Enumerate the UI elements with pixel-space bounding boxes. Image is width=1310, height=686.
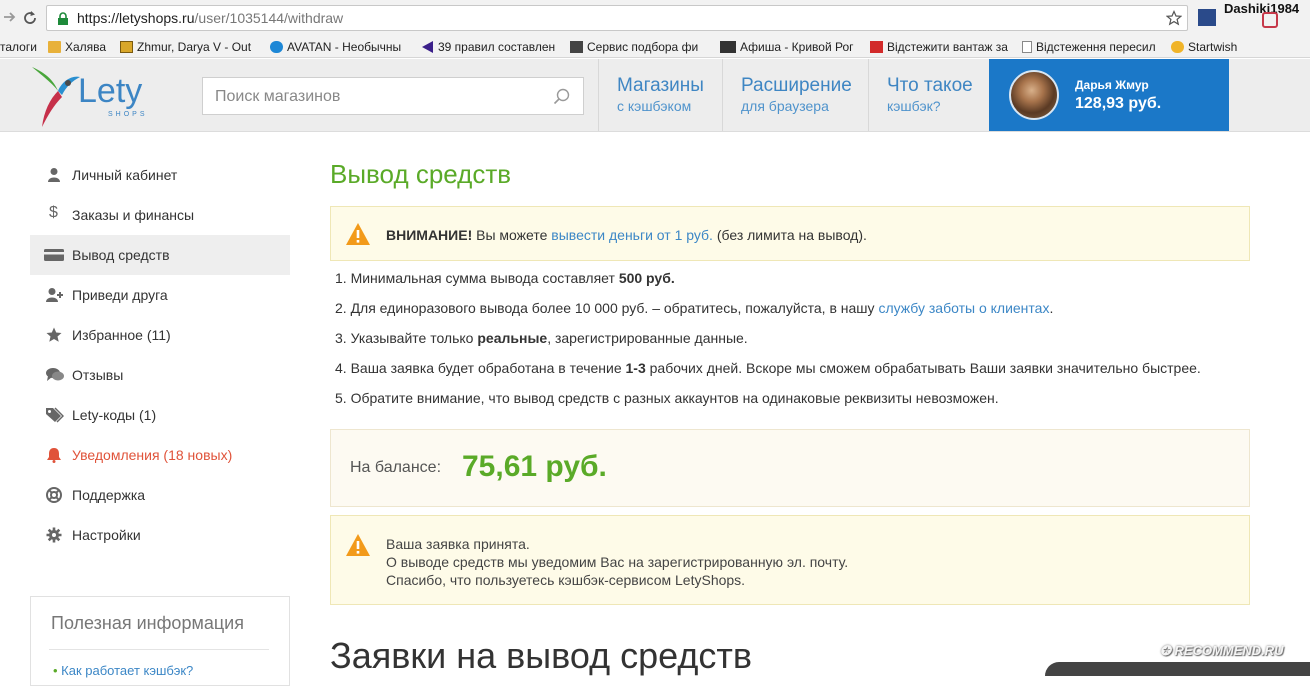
bookmark-item[interactable]: Відстеження пересил bbox=[1022, 39, 1156, 55]
warning-icon bbox=[346, 223, 370, 245]
request-accepted-notice: Ваша заявка принята. О выводе средств мы… bbox=[330, 515, 1250, 605]
watermark-bg bbox=[1045, 662, 1310, 676]
bookmark-item[interactable]: Zhmur, Darya V - Out bbox=[120, 39, 251, 55]
nav-extension[interactable]: Расширение для браузера bbox=[722, 59, 868, 131]
bookmark-item[interactable]: AVATAN - Необычны bbox=[270, 39, 401, 55]
bookmarks-bar: талоги Халява Zhmur, Darya V - Out AVATA… bbox=[0, 36, 1310, 58]
tags-icon bbox=[46, 407, 64, 423]
sidebar-item-withdraw[interactable]: Вывод средств bbox=[30, 235, 290, 275]
sidebar-item-support[interactable]: Поддержка bbox=[30, 475, 290, 515]
site-favicon-icon bbox=[1171, 41, 1184, 53]
withdraw-from-1-link[interactable]: вывести деньги от 1 руб. bbox=[551, 227, 713, 243]
balance-value: 75,61 руб. bbox=[462, 450, 607, 483]
rule-4: 4. Ваша заявка будет обработана в течени… bbox=[335, 360, 1201, 376]
dollar-icon: $ bbox=[49, 204, 58, 221]
bookmark-item[interactable]: Startwish bbox=[1171, 39, 1237, 55]
page-icon bbox=[1022, 41, 1032, 53]
address-bar[interactable]: https://letyshops.ru/user/1035144/withdr… bbox=[46, 5, 1188, 31]
attention-alert: ВНИМАНИЕ! Вы можете вывести деньги от 1 … bbox=[330, 206, 1250, 261]
sidebar-item-reviews[interactable]: Отзывы bbox=[30, 355, 290, 395]
avatar[interactable] bbox=[1009, 70, 1059, 120]
folder-icon bbox=[48, 41, 61, 53]
comments-icon bbox=[46, 368, 64, 381]
divider bbox=[49, 649, 269, 650]
sidebar-item-favorites[interactable]: Избранное (11) bbox=[30, 315, 290, 355]
add-user-icon bbox=[46, 288, 63, 302]
balance-label: На балансе: bbox=[350, 459, 442, 476]
balance-panel: На балансе: 75,61 руб. bbox=[330, 429, 1250, 507]
sidebar-item-notifications[interactable]: Уведомления (18 новых) bbox=[30, 435, 290, 475]
useful-info-title: Полезная информация bbox=[51, 613, 244, 633]
extension-icon[interactable] bbox=[1262, 12, 1278, 28]
bookmark-item[interactable]: Халява bbox=[48, 39, 106, 55]
user-menu[interactable]: Дарья Жмур 128,93 руб. bbox=[989, 59, 1229, 131]
site-favicon-icon bbox=[570, 41, 583, 53]
bookmark-star-icon[interactable] bbox=[1166, 10, 1182, 26]
rule-2: 2. Для единоразового вывода более 10 000… bbox=[335, 300, 1054, 316]
logo-text: Lety bbox=[78, 72, 143, 110]
url-text: https://letyshops.ru/user/1035144/withdr… bbox=[77, 10, 343, 26]
sidebar-item-invite[interactable]: Приведи друга bbox=[30, 275, 290, 315]
rule-1: 1. Минимальная сумма вывода составляет 5… bbox=[335, 270, 675, 286]
search-icon[interactable] bbox=[553, 88, 571, 106]
search-input[interactable]: Поиск магазинов bbox=[202, 77, 584, 115]
site-favicon-icon bbox=[870, 41, 883, 53]
url-domain: https://letyshops.ru bbox=[77, 10, 195, 26]
user-balance: 128,93 руб. bbox=[1075, 95, 1162, 112]
url-path: /user/1035144/withdraw bbox=[194, 10, 344, 26]
useful-info-panel: Полезная информация • Как работает кэшбэ… bbox=[30, 596, 290, 686]
bell-icon bbox=[47, 448, 61, 463]
nav-stores[interactable]: Магазины с кэшбэком bbox=[598, 59, 722, 131]
requests-heading: Заявки на вывод средств bbox=[330, 635, 752, 676]
sidebar-item-orders[interactable]: $ Заказы и финансы bbox=[30, 195, 290, 235]
site-favicon-icon bbox=[270, 41, 283, 53]
reload-icon[interactable] bbox=[21, 9, 39, 27]
bookmark-item[interactable]: 39 правил составлен bbox=[421, 39, 555, 55]
watermark-badge-icon: ✪ bbox=[1160, 643, 1175, 658]
site-favicon-icon bbox=[421, 41, 434, 53]
warning-icon bbox=[346, 534, 370, 556]
bookmark-item[interactable]: Афиша - Кривой Рог bbox=[720, 39, 854, 55]
sidebar-item-lety-codes[interactable]: Lety-коды (1) bbox=[30, 395, 290, 435]
site-favicon-icon bbox=[120, 41, 133, 53]
lock-icon bbox=[58, 12, 68, 25]
logo-subtext: SHOPS bbox=[108, 111, 148, 118]
rule-3: 3. Указывайте только реальные, зарегистр… bbox=[335, 330, 748, 346]
user-icon bbox=[48, 168, 60, 182]
watermark-text: ✪ RECOMMEND.RU bbox=[1160, 643, 1284, 658]
site-header: Lety SHOPS Поиск магазинов Магазины с кэ… bbox=[0, 59, 1310, 132]
bookmark-item[interactable]: Сервис подбора фи bbox=[570, 39, 698, 55]
lifebuoy-icon bbox=[46, 487, 62, 503]
forward-arrow-icon[interactable] bbox=[2, 10, 16, 24]
gear-icon bbox=[46, 527, 62, 543]
page-title: Вывод средств bbox=[330, 159, 512, 189]
credit-card-icon bbox=[44, 249, 64, 261]
sidebar-item-cabinet[interactable]: Личный кабинет bbox=[30, 155, 290, 195]
alert-text: ВНИМАНИЕ! Вы можете вывести деньги от 1 … bbox=[386, 227, 867, 243]
browser-toolbar: https://letyshops.ru/user/1035144/withdr… bbox=[0, 0, 1310, 36]
extension-icon[interactable] bbox=[1198, 9, 1216, 26]
site-logo[interactable]: Lety SHOPS bbox=[28, 63, 158, 129]
nav-what-is-cashback[interactable]: Что такое кэшбэк? bbox=[868, 59, 989, 131]
notice-text: Ваша заявка принята. О выводе средств мы… bbox=[386, 536, 849, 588]
bookmark-item[interactable]: талоги bbox=[0, 39, 37, 55]
site-favicon-icon bbox=[720, 41, 736, 53]
sidebar-item-settings[interactable]: Настройки bbox=[30, 515, 290, 555]
user-name: Дарья Жмур bbox=[1075, 78, 1149, 92]
bookmark-item[interactable]: Відстежити вантаж за bbox=[870, 39, 1008, 55]
star-icon bbox=[46, 327, 62, 342]
hummingbird-logo-icon bbox=[32, 67, 80, 127]
customer-care-link[interactable]: службу заботы о клиентах bbox=[878, 300, 1049, 316]
rule-5: 5. Обратите внимание, что вывод средств … bbox=[335, 390, 999, 406]
